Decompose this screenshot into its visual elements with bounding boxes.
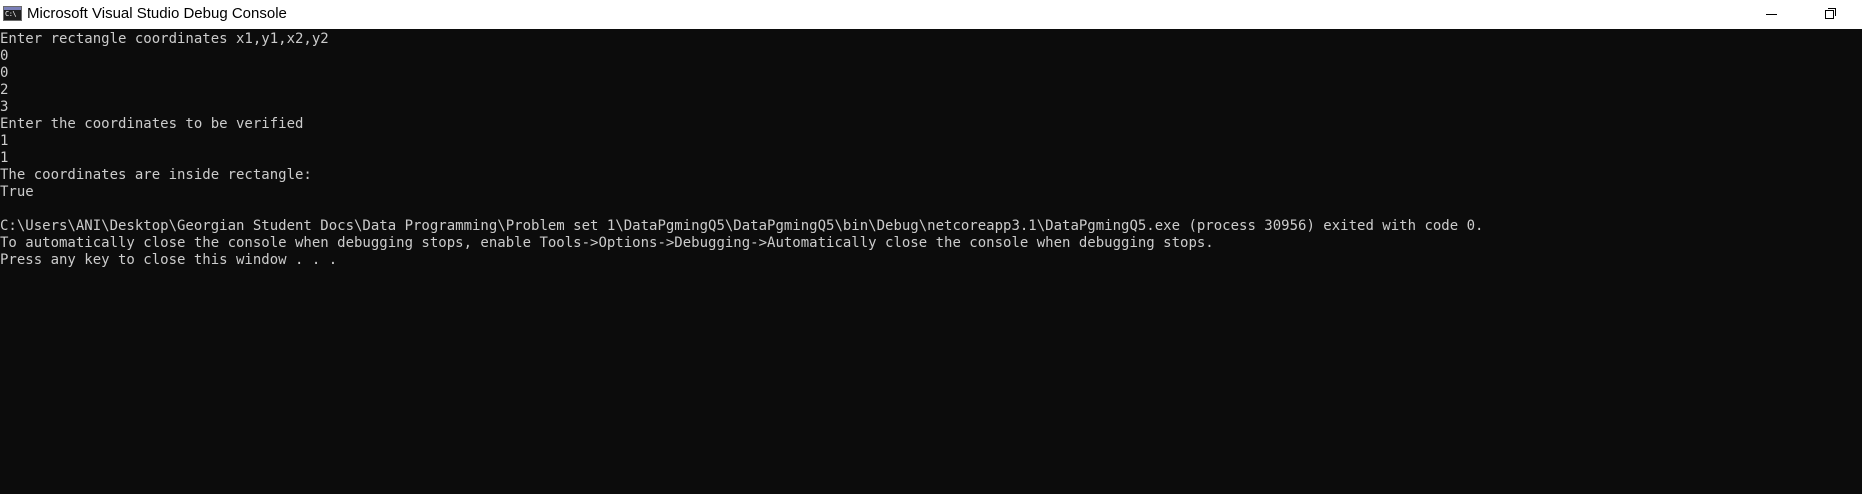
title-bar[interactable]: C:\ Microsoft Visual Studio Debug Consol… (0, 0, 1862, 29)
console-line: Enter rectangle coordinates x1,y1,x2,y2 (0, 31, 329, 47)
console-line-press-any-key: Press any key to close this window . . . (0, 252, 338, 268)
debug-console-window: C:\ Microsoft Visual Studio Debug Consol… (0, 0, 1862, 494)
console-line: Enter the coordinates to be verified (0, 116, 304, 132)
console-line: The coordinates are inside rectangle: (0, 167, 312, 183)
minimize-icon (1766, 14, 1777, 15)
restore-icon (1825, 10, 1834, 19)
minimize-button[interactable] (1748, 0, 1794, 29)
icon-label: C:\ (5, 10, 17, 18)
console-line: True (0, 184, 34, 200)
window-title: Microsoft Visual Studio Debug Console (27, 5, 287, 22)
console-output[interactable]: Enter rectangle coordinates x1,y1,x2,y2 … (0, 29, 1862, 494)
console-app-icon: C:\ (3, 6, 22, 21)
restore-button[interactable] (1806, 0, 1852, 29)
